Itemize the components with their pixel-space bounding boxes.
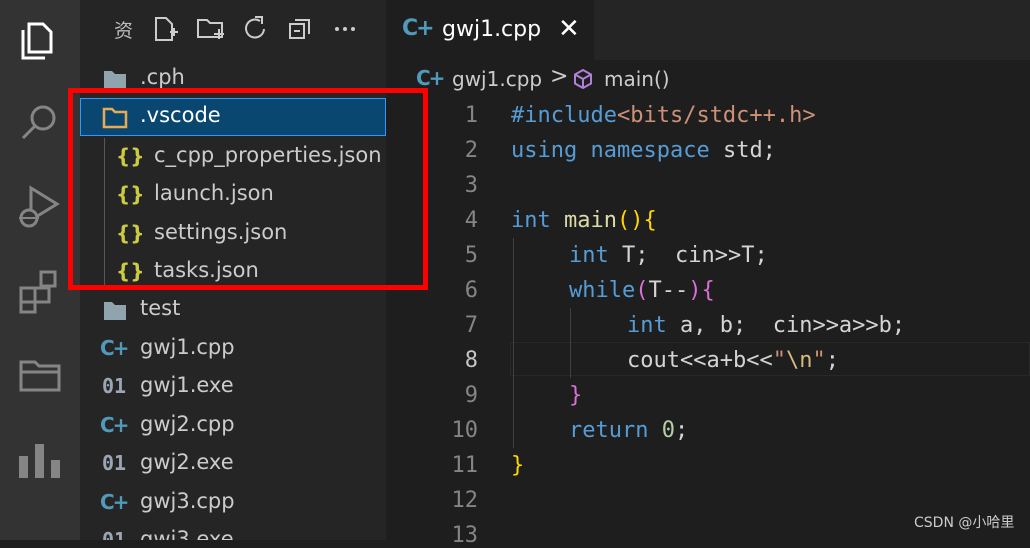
line-number: 6 bbox=[464, 278, 478, 303]
line-number: 1 bbox=[464, 103, 478, 128]
line-number: 4 bbox=[464, 208, 478, 233]
remote-explorer-icon[interactable] bbox=[15, 350, 65, 400]
line-number: 7 bbox=[464, 313, 478, 338]
code-line: while(T--){ bbox=[569, 278, 715, 303]
tree-item-label: gwj2.cpp bbox=[140, 412, 235, 436]
tree-item-gwj3-cpp[interactable]: C+ gwj3.cpp bbox=[80, 484, 386, 522]
line-number: 5 bbox=[464, 243, 478, 268]
code-line: } bbox=[511, 453, 525, 478]
tree-item-label: gwj1.exe bbox=[140, 373, 234, 397]
new-folder-icon[interactable] bbox=[195, 14, 225, 44]
code-editor[interactable]: 1 2 3 4 5 6 7 8 9 10 11 12 13 #include<b… bbox=[386, 98, 1030, 548]
breadcrumb: C+ gwj1.cpp > main() bbox=[386, 62, 1030, 98]
breadcrumb-symbol[interactable]: main() bbox=[604, 67, 670, 91]
cpp-file-icon: C+ bbox=[100, 336, 129, 360]
code-line: } bbox=[569, 383, 583, 408]
stats-icon[interactable] bbox=[15, 434, 65, 484]
code-line: using namespace std; bbox=[511, 138, 776, 163]
highlight-annotation-box bbox=[68, 88, 428, 290]
symbol-method-icon bbox=[574, 68, 592, 90]
editor-tab-bar: C+ gwj1.cpp ✕ bbox=[386, 0, 1030, 60]
code-line: return 0; bbox=[569, 418, 689, 443]
code-line: int main(){ bbox=[511, 208, 657, 233]
breadcrumb-file[interactable]: gwj1.cpp bbox=[452, 67, 542, 91]
code-line: int a, b; cin>>a>>b; bbox=[627, 313, 906, 338]
line-number: 13 bbox=[451, 523, 479, 548]
line-number: 10 bbox=[451, 418, 479, 443]
tree-item-label: gwj3.exe bbox=[140, 527, 234, 540]
line-number: 12 bbox=[451, 488, 479, 513]
tree-item-gwj2-cpp[interactable]: C+ gwj2.cpp bbox=[80, 407, 386, 445]
indent-guide bbox=[570, 308, 571, 378]
cpp-file-icon: C+ bbox=[100, 490, 129, 514]
line-number: 9 bbox=[464, 383, 478, 408]
code-line: cout<<a+b<<"\n"; bbox=[627, 348, 839, 373]
more-icon[interactable] bbox=[330, 14, 360, 44]
tab-gwj1-cpp[interactable]: C+ gwj1.cpp ✕ bbox=[386, 0, 594, 60]
cpp-file-icon: C+ bbox=[100, 413, 129, 437]
tree-item-gwj1-exe[interactable]: 01 gwj1.exe bbox=[80, 368, 386, 406]
code-line: #include<bits/stdc++.h> bbox=[511, 103, 816, 128]
explorer-title: 资 bbox=[114, 20, 134, 42]
watermark: CSDN @小哈里 bbox=[914, 515, 1015, 531]
folder-icon bbox=[104, 302, 126, 320]
binary-file-icon: 01 bbox=[102, 528, 127, 540]
tree-item-gwj2-exe[interactable]: 01 gwj2.exe bbox=[80, 445, 386, 483]
close-icon[interactable]: ✕ bbox=[558, 14, 580, 44]
indent-guide bbox=[513, 238, 514, 448]
search-icon[interactable] bbox=[15, 98, 65, 148]
explorer-header: 资 bbox=[80, 0, 386, 60]
tree-item-label: gwj1.cpp bbox=[140, 335, 235, 359]
cpp-file-icon: C+ bbox=[402, 16, 435, 41]
line-number-active: 8 bbox=[464, 348, 478, 373]
new-file-icon[interactable] bbox=[150, 14, 180, 44]
tree-item-gwj1-cpp[interactable]: C+ gwj1.cpp bbox=[80, 330, 386, 368]
tree-item-label: gwj2.exe bbox=[140, 450, 234, 474]
line-number: 11 bbox=[451, 453, 479, 478]
cpp-file-icon: C+ bbox=[416, 66, 445, 90]
tree-item-label: gwj3.cpp bbox=[140, 489, 235, 513]
code-line: int T; cin>>T; bbox=[569, 243, 768, 268]
tree-item-test[interactable]: test bbox=[80, 291, 386, 329]
extensions-icon[interactable] bbox=[15, 266, 65, 316]
chevron-right-icon: > bbox=[550, 64, 569, 89]
collapse-icon[interactable] bbox=[285, 14, 315, 44]
tree-item-label: test bbox=[140, 296, 181, 320]
refresh-icon[interactable] bbox=[240, 14, 270, 44]
binary-file-icon: 01 bbox=[102, 374, 127, 398]
binary-file-icon: 01 bbox=[102, 451, 127, 475]
explorer-icon[interactable] bbox=[15, 14, 65, 64]
tree-item-label: .cph bbox=[140, 65, 185, 89]
line-number: 2 bbox=[464, 138, 478, 163]
run-debug-icon[interactable] bbox=[15, 182, 65, 232]
line-number: 3 bbox=[464, 173, 478, 198]
tree-item-gwj3-exe[interactable]: 01 gwj3.exe bbox=[80, 522, 386, 540]
tab-label: gwj1.cpp bbox=[442, 17, 542, 42]
